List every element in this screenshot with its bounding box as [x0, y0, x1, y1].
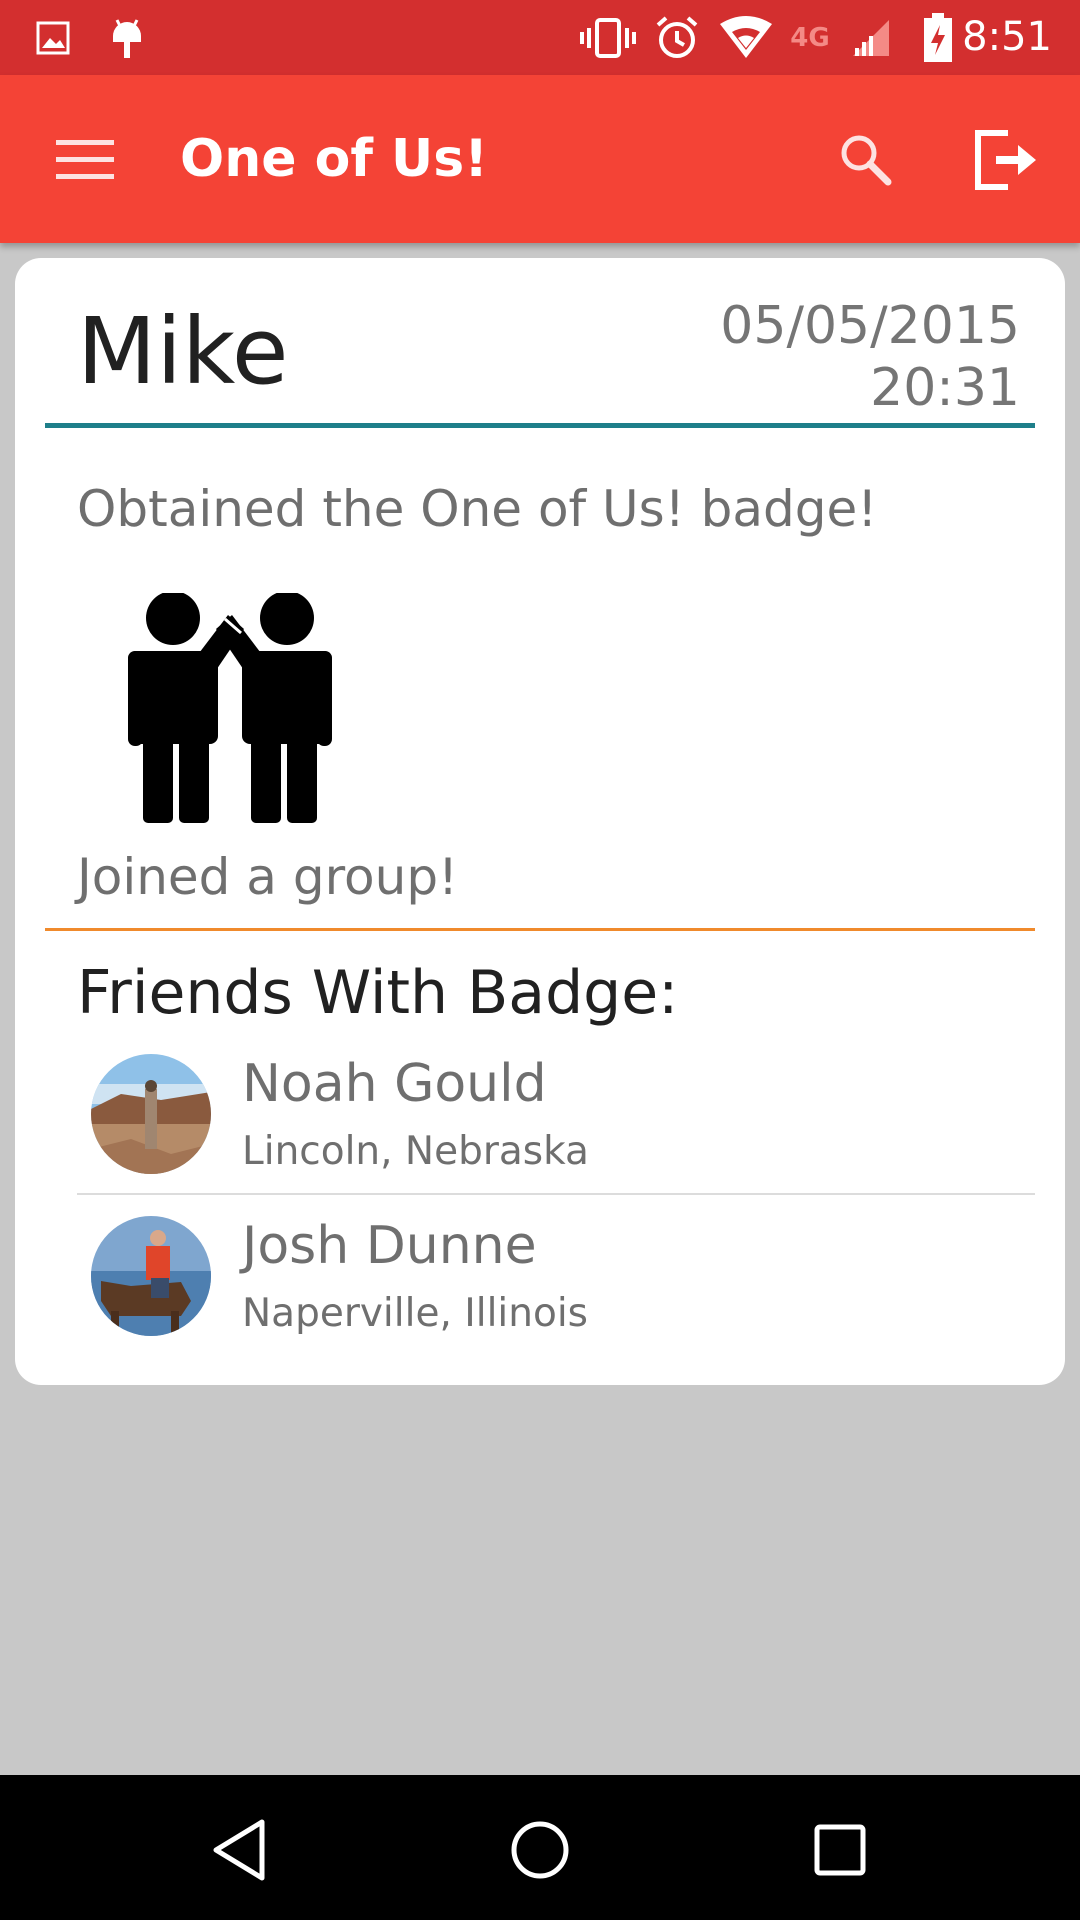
post-time: 20:31 — [870, 358, 1020, 418]
badge-divider — [45, 928, 1035, 931]
header-divider — [45, 423, 1035, 428]
network-icon: 4G — [780, 0, 840, 75]
recents-icon[interactable] — [790, 1800, 890, 1900]
activity-card: Mike 05/05/2015 20:31 Obtained the One o… — [15, 258, 1065, 1385]
cell-signal-icon — [848, 0, 894, 75]
friend-avatar-josh — [91, 1216, 211, 1336]
app-title: One of Us! — [180, 129, 488, 189]
friend-divider — [77, 1193, 1035, 1195]
status-time: 8:51 — [962, 14, 1052, 60]
friend-list-item[interactable]: Noah Gould Lincoln, Nebraska — [77, 1054, 1035, 1214]
search-icon[interactable] — [820, 119, 910, 199]
friend-name: Josh Dunne — [242, 1216, 537, 1276]
friend-avatar-noah — [91, 1054, 211, 1174]
friend-list-item[interactable]: Josh Dunne Naperville, Illinois — [77, 1216, 1035, 1376]
post-date: 05/05/2015 — [720, 296, 1020, 356]
gallery-icon — [28, 0, 78, 75]
wifi-icon — [716, 0, 776, 75]
navigation-bar — [0, 1775, 1080, 1920]
battery-charging-icon — [918, 0, 958, 75]
post-user-name[interactable]: Mike — [77, 298, 289, 405]
back-icon[interactable] — [190, 1800, 290, 1900]
android-icon — [102, 0, 152, 75]
home-icon[interactable] — [490, 1800, 590, 1900]
hamburger-menu-icon[interactable] — [40, 119, 130, 199]
friend-name: Noah Gould — [242, 1054, 547, 1114]
badge-caption: Joined a group! — [77, 848, 459, 906]
friend-location: Lincoln, Nebraska — [242, 1129, 589, 1174]
network-label: 4G — [790, 22, 830, 53]
friends-title: Friends With Badge: — [77, 958, 679, 1028]
vibrate-icon — [578, 0, 638, 75]
status-bar: 4G 8:51 — [0, 0, 1080, 75]
alarm-icon — [652, 0, 702, 75]
logout-icon[interactable] — [960, 115, 1050, 205]
app-bar: One of Us! — [0, 75, 1080, 243]
friend-location: Naperville, Illinois — [242, 1291, 588, 1336]
group-high-five-icon — [110, 591, 370, 823]
activity-text: Obtained the One of Us! badge! — [77, 480, 878, 538]
